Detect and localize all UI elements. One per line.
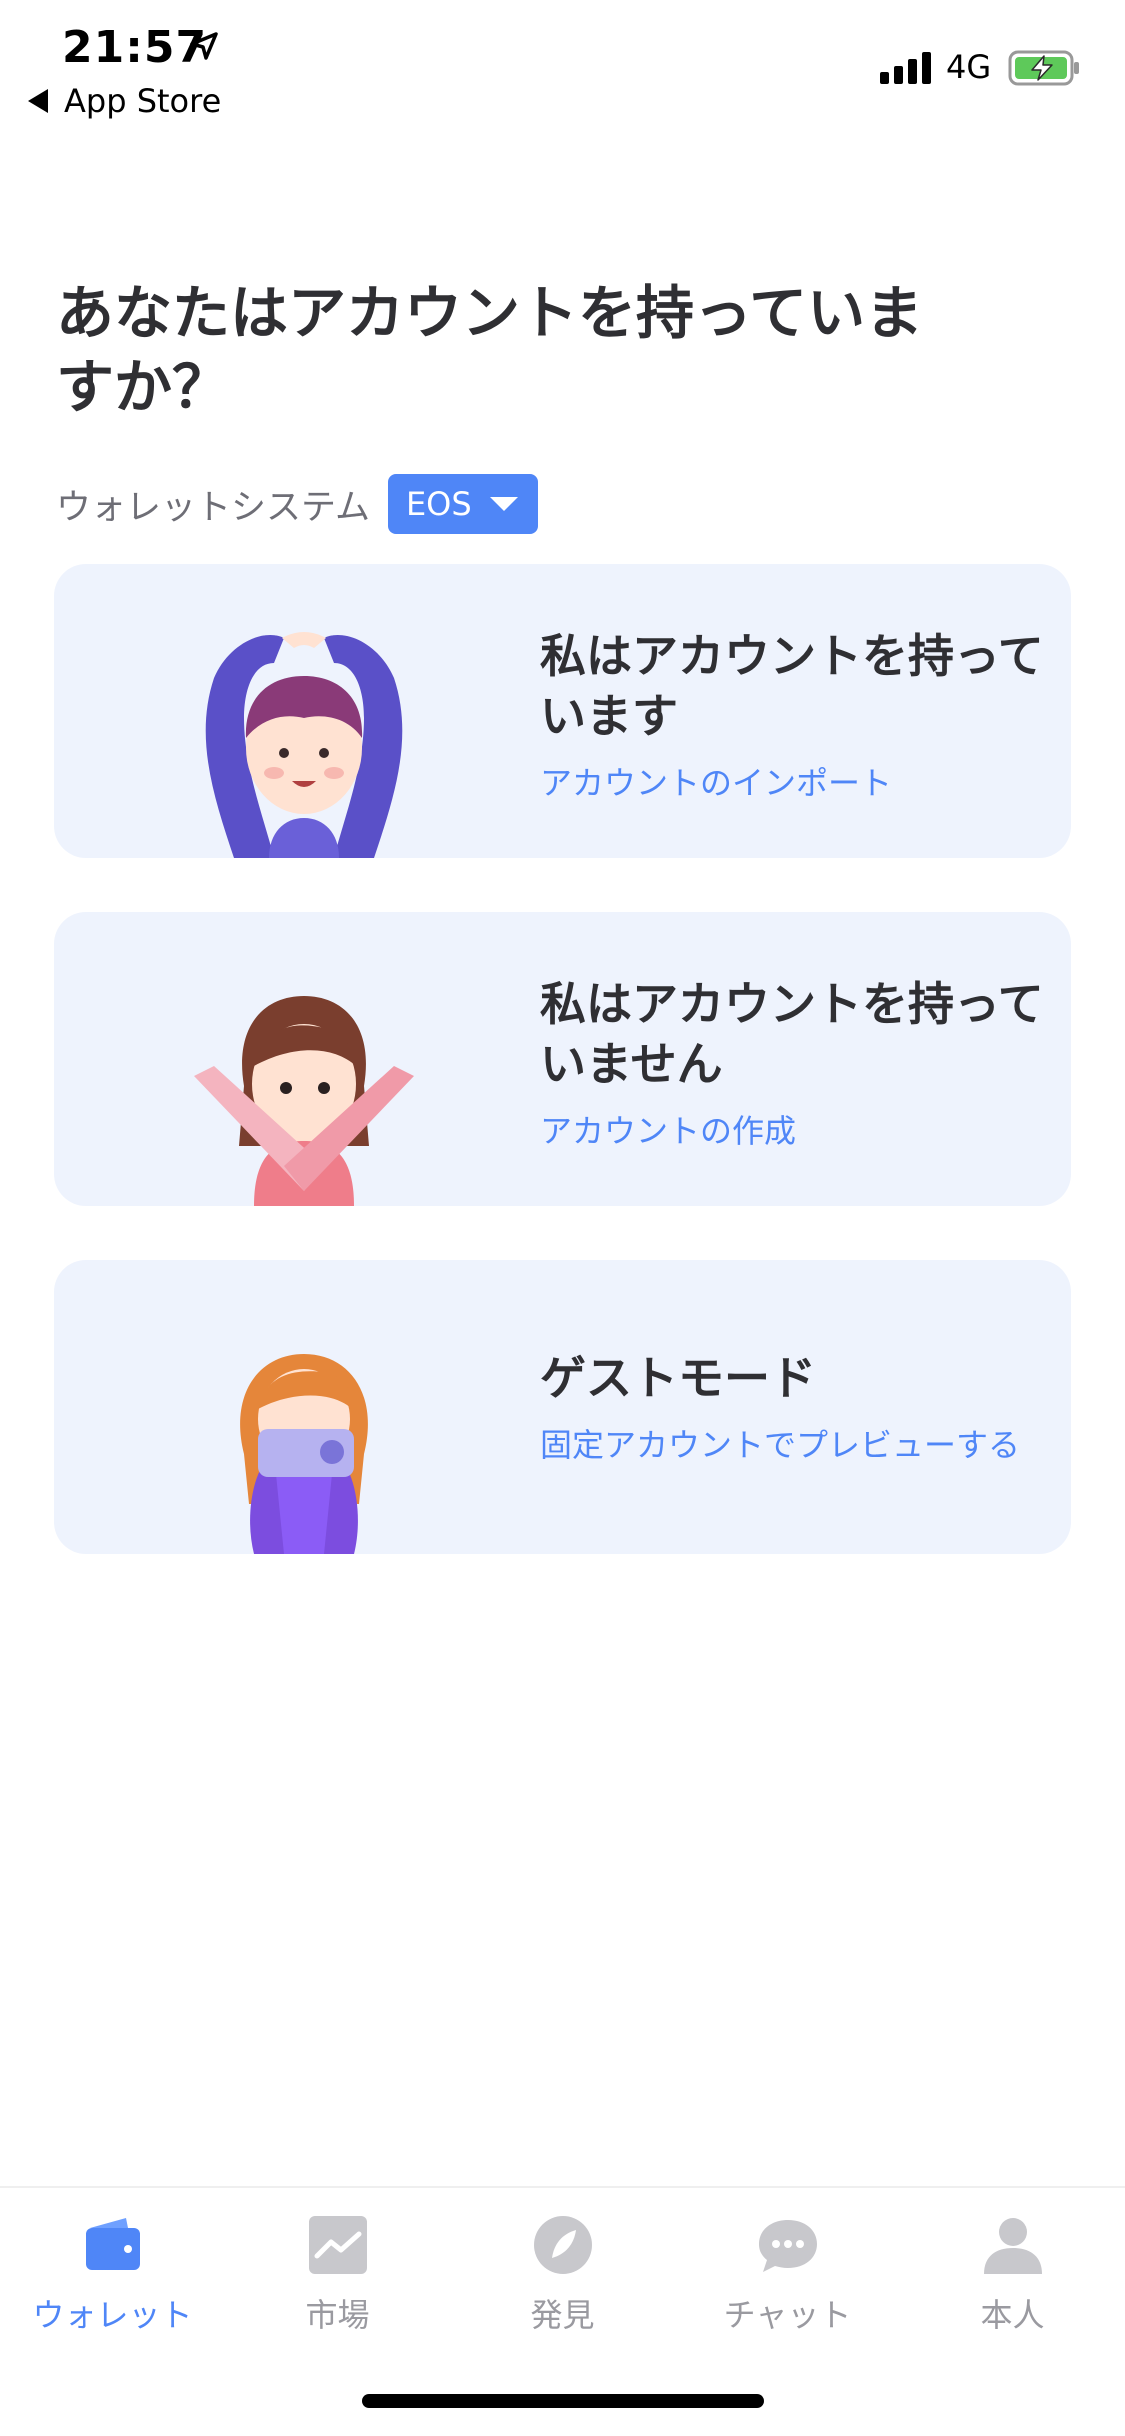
wallet-system-row: ウォレットシステム EOS — [56, 474, 538, 534]
location-arrow-icon — [190, 32, 218, 60]
guest-mode-card[interactable]: ゲストモード 固定アカウントでプレビューする — [54, 1260, 1071, 1554]
market-chart-icon — [308, 2216, 367, 2274]
tab-chat[interactable]: チャット — [675, 2214, 900, 2336]
tab-discover[interactable]: 発見 — [450, 2214, 675, 2336]
card-title: ゲストモード — [540, 1351, 816, 1405]
card-subtitle: アカウントの作成 — [540, 1112, 797, 1150]
no-account-card[interactable]: 私はアカウントを持っていません アカウントの作成 — [54, 912, 1071, 1206]
chain-select-dropdown[interactable]: EOS — [387, 474, 538, 534]
guest-camera-woman-illustration — [240, 1354, 368, 1554]
chat-bubble-icon — [758, 2220, 817, 2272]
back-label: App Store — [64, 82, 222, 120]
have-account-text: 私はアカウントを持っています アカウントのインポート — [540, 626, 1060, 804]
card-subtitle: アカウントのインポート — [540, 764, 893, 802]
no-account-text: 私はアカウントを持っていません アカウントの作成 — [540, 974, 1060, 1152]
chain-select-value: EOS — [405, 485, 472, 523]
tab-label: 市場 — [305, 2296, 370, 2334]
back-triangle-icon — [28, 89, 48, 113]
discover-icon — [533, 2216, 592, 2274]
hands-over-head-man-illustration — [205, 632, 403, 858]
card-subtitle: 固定アカウントでプレビューする — [540, 1426, 1021, 1464]
tab-label: 発見 — [530, 2296, 595, 2334]
tab-label: 本人 — [980, 2296, 1045, 2334]
back-to-app-store[interactable]: App Store — [28, 82, 221, 120]
network-type: 4G — [946, 48, 992, 86]
wallet-icon — [85, 2218, 140, 2270]
wallet-system-label: ウォレットシステム — [56, 487, 370, 528]
chevron-down-icon — [489, 497, 518, 511]
crossed-arms-woman-illustration — [194, 996, 414, 1206]
tab-label: チャット — [723, 2296, 852, 2334]
card-title: 私はアカウントを持っていません — [540, 977, 1044, 1091]
home-indicator — [362, 2394, 764, 2408]
card-title: 私はアカウントを持っています — [540, 629, 1044, 743]
signal-icon — [880, 52, 931, 84]
status-time: 21:57 — [62, 22, 208, 73]
have-account-card[interactable]: 私はアカウントを持っています アカウントのインポート — [54, 564, 1071, 858]
tab-wallet[interactable]: ウォレット — [0, 2214, 225, 2336]
guest-mode-text: ゲストモード 固定アカウントでプレビューする — [540, 1348, 1060, 1466]
tab-profile[interactable]: 本人 — [900, 2214, 1125, 2336]
page-title: あなたはアカウントを持っていますか？ — [56, 279, 924, 421]
tab-market[interactable]: 市場 — [225, 2214, 450, 2336]
tab-label: ウォレット — [32, 2296, 193, 2334]
profile-icon — [983, 2218, 1042, 2274]
battery-charging-icon — [1008, 50, 1079, 86]
